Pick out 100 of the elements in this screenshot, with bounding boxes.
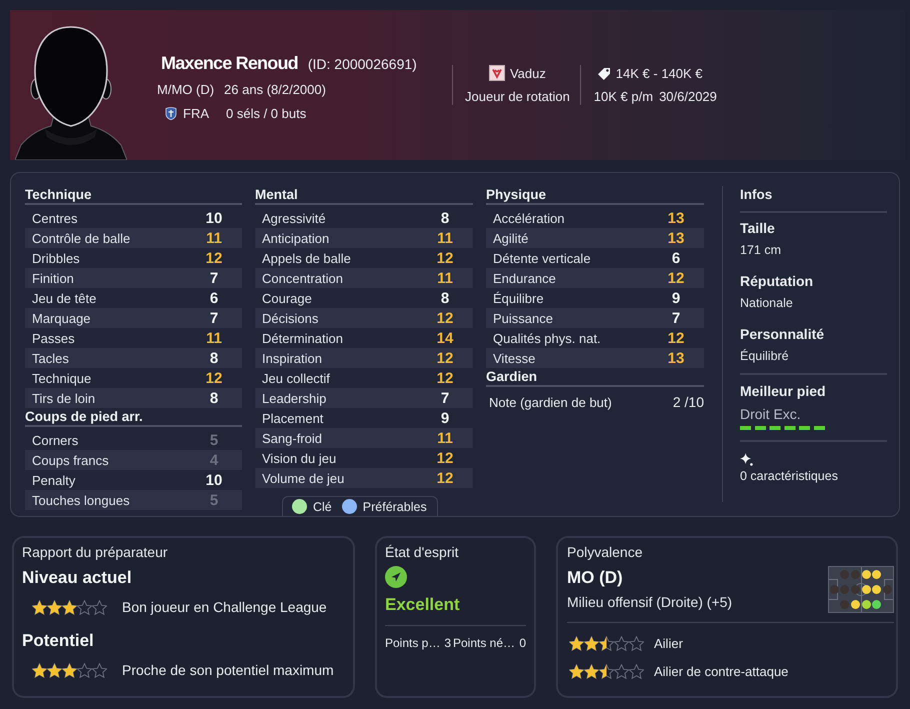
attribute-value: 13 <box>666 210 686 226</box>
attribute-name: Penalty <box>31 472 76 488</box>
attribute-name: Sang-froid <box>261 430 322 446</box>
attribute-name: Leadership <box>261 390 326 406</box>
star-icon <box>32 600 47 614</box>
points-label: Points p… <box>385 636 440 650</box>
attribute-name: Tacles <box>31 350 69 366</box>
attribute-value: 12 <box>436 250 454 266</box>
wage: 10K € p/m <box>594 88 654 104</box>
role-name: Ailier <box>654 636 683 650</box>
attribute-name: Marquage <box>31 310 91 326</box>
star-icon <box>614 636 629 650</box>
attribute-value: 10 <box>204 210 224 226</box>
attribute-value: 12 <box>436 350 454 366</box>
attribute-value: 8 <box>208 390 220 406</box>
info-label: Meilleur pied <box>740 382 827 400</box>
star-icon <box>92 662 107 678</box>
price-tag-icon <box>596 66 611 80</box>
player-position: M/MO (D) <box>157 82 214 96</box>
attribute-name: Tirs de loin <box>31 390 96 406</box>
attribute-value: 11 <box>205 330 223 346</box>
star-icon <box>569 636 584 650</box>
info-label: Personnalité <box>740 325 826 343</box>
club-name[interactable]: Vaduz <box>510 66 546 80</box>
attribute-name: Concentration <box>261 270 343 286</box>
attribute-name: Dribbles <box>31 250 80 266</box>
attribute-value: 13 <box>666 230 686 246</box>
transfer-value: 14K € - 140K € <box>616 66 703 80</box>
attribute-value: 12 <box>666 270 686 286</box>
attribute-value: 9 <box>670 290 682 306</box>
nationality: FRA <box>183 106 209 120</box>
attribute-name: Centres <box>31 210 78 226</box>
attribute-name: Décisions <box>261 310 318 326</box>
points-label: Points né… <box>453 636 516 650</box>
attribute-value: 12 <box>666 330 686 346</box>
attribute-name: Anticipation <box>261 230 330 246</box>
squad-status: Joueur de rotation <box>465 88 570 104</box>
attribute-value: 13 <box>666 350 686 366</box>
section-heading: Gardien <box>486 368 704 387</box>
section-heading: Coups de pied arr. <box>25 408 242 427</box>
attribute-name: Jeu de tête <box>31 290 96 306</box>
attribute-name: Coups francs <box>31 452 109 468</box>
rating-description: Proche de son potentiel maximum <box>122 662 334 678</box>
rating-value: 2 /10 <box>672 394 704 410</box>
star-icon <box>32 662 47 678</box>
attribute-name: Finition <box>31 270 74 286</box>
sparkle-icon <box>740 453 753 466</box>
attribute-value: 12 <box>204 250 224 266</box>
rating-heading: Niveau actuel <box>22 567 133 589</box>
points-value: 0 <box>519 636 526 650</box>
attribute-name: Courage <box>261 290 312 306</box>
attribute-name: Placement <box>261 410 324 426</box>
attribute-name: Corners <box>31 432 78 448</box>
mindset-status: Excellent <box>385 594 461 616</box>
attribute-value: 12 <box>204 370 224 386</box>
star-icon <box>599 636 614 650</box>
section-heading: Physique <box>486 186 704 205</box>
star-icon <box>62 600 77 614</box>
section-heading: Mental <box>255 186 473 205</box>
star-icon <box>569 664 584 678</box>
card-title: Polyvalence <box>567 543 644 561</box>
player-id: (ID: 2000026691) <box>308 56 417 72</box>
attribute-value: 10 <box>204 472 224 488</box>
caps-goals: 0 séls / 0 buts <box>226 106 306 120</box>
star-icon <box>614 664 629 678</box>
info-label: Taille <box>740 219 776 237</box>
card-title: État d'esprit <box>385 543 460 561</box>
section-heading: Infos <box>740 186 774 203</box>
attribute-value: 4 <box>208 452 220 468</box>
attribute-value: 12 <box>436 310 454 326</box>
legend-label: Préférables <box>362 500 427 514</box>
star-icon <box>47 600 62 614</box>
attribute-value: 6 <box>208 290 220 306</box>
club-crest-icon <box>488 65 505 81</box>
attribute-value: 9 <box>440 410 450 426</box>
attribute-name: Agressivité <box>261 210 326 226</box>
rating-description: Bon joueur en Challenge League <box>122 599 327 615</box>
star-icon <box>584 664 599 678</box>
attribute-value: 5 <box>208 432 220 448</box>
star-icon <box>92 600 107 614</box>
attribute-name: Qualités phys. nat. <box>492 330 601 346</box>
attribute-name: Appels de balle <box>261 250 351 266</box>
info-label: Réputation <box>740 272 814 290</box>
rating-label: Note (gardien de but) <box>489 394 612 410</box>
player-age: 26 ans (8/2/2000) <box>224 82 326 96</box>
attribute-value: 12 <box>436 450 454 466</box>
attribute-value: 11 <box>436 270 454 286</box>
info-value: Droit Exc. <box>740 405 802 423</box>
star-icon <box>77 662 92 678</box>
attribute-value: 7 <box>670 310 682 326</box>
position-description: Milieu offensif (Droite) (+5) <box>567 593 732 611</box>
legend-label: Clé <box>313 500 332 514</box>
attribute-value: 8 <box>208 350 220 366</box>
attribute-name: Détermination <box>261 330 343 346</box>
rating-heading: Potentiel <box>22 630 95 652</box>
attribute-name: Inspiration <box>261 350 322 366</box>
info-value: 171 cm <box>740 242 782 258</box>
attribute-name: Jeu collectif <box>261 370 330 386</box>
attribute-name: Équilibre <box>492 290 544 306</box>
card-title: Rapport du préparateur <box>22 543 169 561</box>
